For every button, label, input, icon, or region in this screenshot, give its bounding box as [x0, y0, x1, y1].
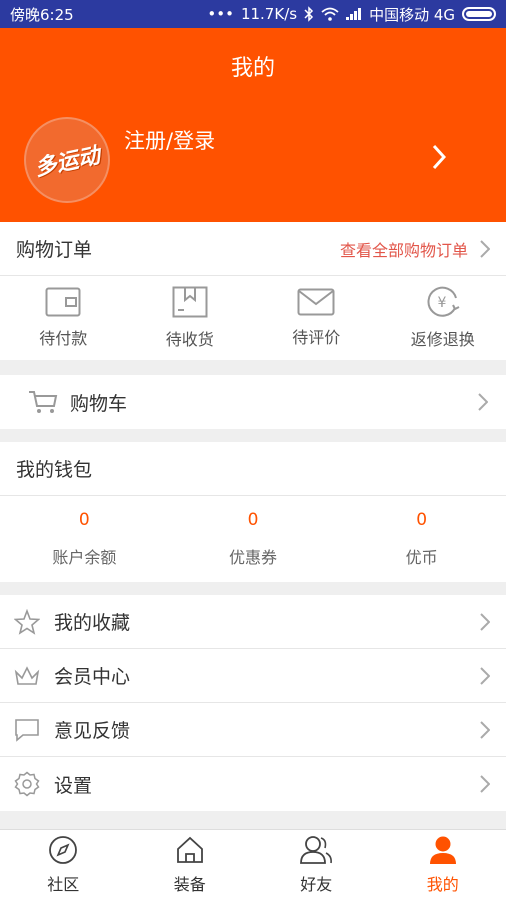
friends-icon [300, 836, 333, 864]
cart-section: 购物车 [0, 375, 506, 429]
wallet-value: 0 [416, 510, 428, 530]
wallet-label: 账户余额 [52, 548, 117, 567]
menu-item-favorites[interactable]: 我的收藏 [0, 595, 506, 649]
avatar-logo: 多运动 [32, 143, 103, 182]
bottom-tab-bar: 社区 装备 好友 我的 [0, 829, 506, 900]
box-icon [172, 286, 208, 318]
order-status-label: 待付款 [39, 329, 88, 348]
menu-item-feedback[interactable]: 意见反馈 [0, 703, 506, 757]
compass-icon [49, 836, 78, 864]
menu-item-label: 会员中心 [54, 666, 131, 688]
carrier: 中国移动 4G [369, 5, 455, 24]
tab-friends[interactable]: 好友 [253, 830, 380, 900]
wallet-grid: 0 账户余额 0 优惠券 0 优币 [0, 496, 506, 582]
order-pending-receipt[interactable]: 待收货 [127, 276, 254, 360]
wallet-value: 0 [78, 510, 90, 530]
cart-label: 购物车 [70, 392, 128, 415]
tab-label: 社区 [47, 875, 80, 894]
menu-item-membership[interactable]: 会员中心 [0, 649, 506, 703]
wallet-header: 我的钱包 [0, 442, 506, 496]
battery-icon [462, 7, 496, 21]
cart-row[interactable]: 购物车 [0, 375, 506, 429]
orders-title: 购物订单 [16, 239, 93, 261]
wifi-icon [321, 7, 339, 21]
signal-icon [346, 8, 362, 20]
chevron-right-icon [480, 239, 490, 258]
tab-label: 装备 [173, 875, 206, 894]
network-speed: 11.7K/s [240, 5, 298, 23]
tab-label: 好友 [300, 875, 333, 894]
page-title: 我的 [230, 56, 275, 81]
bluetooth-icon [304, 6, 314, 22]
envelope-icon [297, 288, 335, 316]
avatar[interactable]: 多运动 [24, 117, 110, 203]
chevron-right-icon [480, 775, 490, 793]
wallet-value: 0 [247, 510, 259, 530]
chevron-right-icon [478, 393, 488, 411]
svg-text:¥: ¥ [437, 295, 446, 311]
login-register-link[interactable]: 注册/登录 [124, 125, 215, 155]
star-icon [14, 608, 40, 635]
wallet-icon [45, 287, 81, 317]
chevron-right-icon [480, 666, 490, 685]
order-pending-review[interactable]: 待评价 [253, 276, 380, 360]
yuan-return-icon: ¥ [427, 286, 460, 317]
user-icon [429, 836, 456, 864]
chevron-right-icon[interactable] [432, 144, 446, 170]
order-status-label: 待评价 [292, 328, 341, 347]
tab-label: 我的 [426, 875, 459, 894]
wallet-title: 我的钱包 [16, 459, 93, 481]
order-return-repair[interactable]: ¥ 返修退换 [380, 276, 506, 360]
chevron-right-icon [480, 612, 490, 631]
chat-icon [15, 718, 39, 742]
menu-section: 我的收藏 会员中心 意见反馈 设置 [0, 595, 506, 811]
wallet-label: 优币 [405, 548, 438, 567]
chevron-right-icon [480, 720, 490, 739]
profile-header: 我的 多运动 注册/登录 [0, 28, 506, 222]
view-all-orders-link[interactable]: 查看全部购物订单 [340, 237, 468, 261]
order-status-grid: 待付款 待收货 待评价 ¥ 返修退换 [0, 276, 506, 360]
wallet-coins[interactable]: 0 优币 [337, 496, 506, 582]
tab-mine[interactable]: 我的 [380, 830, 506, 900]
wallet-label: 优惠券 [229, 548, 278, 567]
tab-equipment[interactable]: 装备 [127, 830, 254, 900]
gear-icon [14, 771, 40, 797]
status-bar: 傍晚6:25 ••• 11.7K/s 中国移动 4G [0, 0, 506, 28]
cart-icon [29, 391, 58, 413]
home-icon [176, 836, 203, 863]
orders-header[interactable]: 购物订单 查看全部购物订单 [0, 222, 506, 276]
status-time: 傍晚6:25 [10, 5, 74, 24]
menu-item-settings[interactable]: 设置 [0, 757, 506, 811]
more-dots-icon: ••• [207, 5, 234, 23]
wallet-section: 我的钱包 0 账户余额 0 优惠券 0 优币 [0, 442, 506, 582]
tab-community[interactable]: 社区 [0, 830, 127, 900]
crown-icon [14, 665, 40, 685]
menu-item-label: 意见反馈 [54, 720, 131, 742]
order-status-label: 返修退换 [410, 330, 475, 349]
wallet-coupons[interactable]: 0 优惠券 [169, 496, 338, 582]
order-pending-payment[interactable]: 待付款 [0, 276, 127, 360]
wallet-balance[interactable]: 0 账户余额 [0, 496, 169, 582]
menu-item-label: 我的收藏 [54, 612, 131, 634]
menu-item-label: 设置 [54, 774, 93, 797]
orders-section: 购物订单 查看全部购物订单 待付款 待收货 待评价 ¥ 返修退换 [0, 222, 506, 360]
order-status-label: 待收货 [165, 330, 214, 349]
